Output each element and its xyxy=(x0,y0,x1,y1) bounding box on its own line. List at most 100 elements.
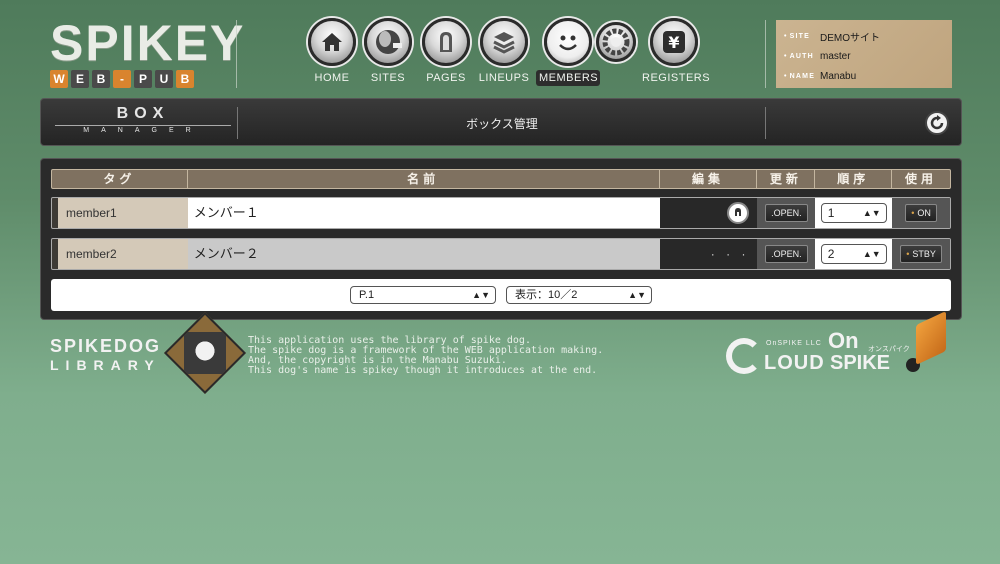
row-name: メンバー１ xyxy=(187,198,660,228)
nav-sites[interactable]: SITES xyxy=(356,18,420,84)
info-site: SITE DEMOサイト xyxy=(784,26,944,46)
orange-shape-icon xyxy=(916,311,946,365)
select-arrow-icon: ▲▼ xyxy=(862,249,881,259)
open-button[interactable]: .OPEN. xyxy=(765,245,808,263)
globe-icon xyxy=(364,18,412,66)
yen-icon: ¥ xyxy=(650,18,698,66)
cloud-word: LOUD xyxy=(764,352,825,374)
cloud-onspike-logo[interactable]: OnSPIKE LLC LOUD On オンスパイク SPIKE xyxy=(726,311,956,382)
column-header-edit: 編集 xyxy=(660,170,758,188)
nav-lineups[interactable]: LINEUPS xyxy=(472,18,536,84)
info-value: Manabu xyxy=(820,70,857,82)
refresh-button[interactable] xyxy=(925,111,949,135)
use-toggle-button[interactable]: STBY xyxy=(900,245,942,263)
page-title: ボックス管理 xyxy=(466,117,538,131)
footer-credits: This application uses the library of spi… xyxy=(248,336,603,376)
header-divider xyxy=(765,20,766,88)
row-update: .OPEN. xyxy=(757,239,816,269)
display-count-select[interactable]: 表示：10／2 ▲▼ xyxy=(506,286,652,304)
pagination: P.1 ▲▼ 表示：10／2 ▲▼ xyxy=(51,279,951,311)
row-use: ON xyxy=(892,198,950,228)
order-value: 1 xyxy=(827,206,835,220)
column-header-order: 順序 xyxy=(815,170,893,188)
footer-text-line: This dog's name is spikey though it intr… xyxy=(248,365,598,376)
nav-label: HOME xyxy=(314,72,350,84)
table-header: タグ 名前 編集 更新 順序 使用 xyxy=(51,169,951,189)
nav-pages[interactable]: PAGES xyxy=(414,18,478,84)
logo-sub: W E B - P U B xyxy=(50,70,230,88)
column-header-update: 更新 xyxy=(757,170,816,188)
logo-sub-letter: - xyxy=(113,70,131,88)
column-header-name: 名前 xyxy=(188,170,660,188)
logo-sub-letter: P xyxy=(134,70,152,88)
logo-title: SPIKEY xyxy=(50,15,246,71)
nav-label: LINEUPS xyxy=(478,72,530,84)
header-divider xyxy=(236,20,237,88)
info-auth: AUTH master xyxy=(784,46,944,66)
row-tag: member2 xyxy=(52,239,188,269)
row-use: STBY xyxy=(892,239,950,269)
column-header-tag: タグ xyxy=(52,170,188,188)
info-key: NAME xyxy=(784,73,820,80)
table-row: member2 メンバー２ · · · .OPEN. 2 ▲▼ STBY xyxy=(51,238,951,270)
dog-face-icon xyxy=(184,332,226,374)
page-select-value: P.1 xyxy=(359,289,375,301)
refresh-icon xyxy=(930,115,944,130)
nav-label: REGISTERS xyxy=(642,72,711,84)
title-bar: BOX MANAGER ボックス管理 xyxy=(40,98,962,146)
row-edit xyxy=(659,198,758,228)
row-update: .OPEN. xyxy=(757,198,816,228)
select-arrow-icon: ▲▼ xyxy=(862,208,881,218)
row-order: 1 ▲▼ xyxy=(815,198,893,228)
box-logo-line1: BOX xyxy=(116,105,170,122)
info-key: AUTH xyxy=(784,53,820,60)
box-table-panel: タグ 名前 編集 更新 順序 使用 member1 メンバー１ .OPEN. 1… xyxy=(40,158,962,320)
open-button[interactable]: .OPEN. xyxy=(765,204,808,222)
use-toggle-button[interactable]: ON xyxy=(905,204,937,222)
page-select[interactable]: P.1 ▲▼ xyxy=(350,286,496,304)
logo-sub-letter: U xyxy=(155,70,173,88)
row-edit: · · · xyxy=(659,239,758,269)
row-tag: member1 xyxy=(52,198,188,228)
select-arrow-icon: ▲▼ xyxy=(472,290,490,300)
logo-sub-letter: W xyxy=(50,70,68,88)
library-logo-line2: LIBRARY xyxy=(50,357,161,373)
home-icon xyxy=(308,18,356,66)
box-manager-logo: BOX MANAGER xyxy=(55,105,231,134)
row-name: メンバー２ xyxy=(187,239,660,269)
nav-registers[interactable]: ¥ REGISTERS xyxy=(642,18,711,84)
company-name: OnSPIKE LLC xyxy=(766,340,822,347)
session-info: SITE DEMOサイト AUTH master NAME Manabu xyxy=(776,20,952,88)
spikey-logo[interactable]: SPIKEY W E B - P U B xyxy=(50,15,246,90)
order-select[interactable]: 1 ▲▼ xyxy=(820,203,887,223)
info-value: master xyxy=(820,50,851,62)
info-value: DEMOサイト xyxy=(820,32,880,44)
row-order: 2 ▲▼ xyxy=(815,239,893,269)
pages-icon xyxy=(422,18,470,66)
nav-label: SITES xyxy=(370,72,406,84)
spike-word: SPIKE xyxy=(830,352,891,374)
box-logo-line2: MANAGER xyxy=(55,125,231,134)
on-word: On xyxy=(828,328,859,353)
display-count-value: 表示：10／2 xyxy=(515,289,578,301)
logo-sub-letter: E xyxy=(71,70,89,88)
nav-home[interactable]: HOME xyxy=(300,18,364,84)
nav-label: MEMBERS xyxy=(536,70,600,86)
select-arrow-icon: ▲▼ xyxy=(628,290,646,300)
order-select[interactable]: 2 ▲▼ xyxy=(820,244,887,264)
title-divider xyxy=(237,107,238,139)
nav-settings[interactable] xyxy=(584,18,648,62)
svg-text:¥: ¥ xyxy=(668,33,679,52)
edit-icon xyxy=(735,208,742,218)
spikey-dog-image xyxy=(163,311,247,395)
column-header-use: 使用 xyxy=(905,172,938,186)
logo-sub-letter: B xyxy=(92,70,110,88)
info-name: NAME Manabu xyxy=(784,66,944,86)
info-key: SITE xyxy=(784,33,820,40)
stack-icon xyxy=(480,18,528,66)
cloud-c-icon xyxy=(726,338,762,374)
edit-button[interactable] xyxy=(727,202,750,224)
gear-icon xyxy=(596,22,636,62)
nav-label: PAGES xyxy=(426,72,466,84)
table-row: member1 メンバー１ .OPEN. 1 ▲▼ ON xyxy=(51,197,951,229)
